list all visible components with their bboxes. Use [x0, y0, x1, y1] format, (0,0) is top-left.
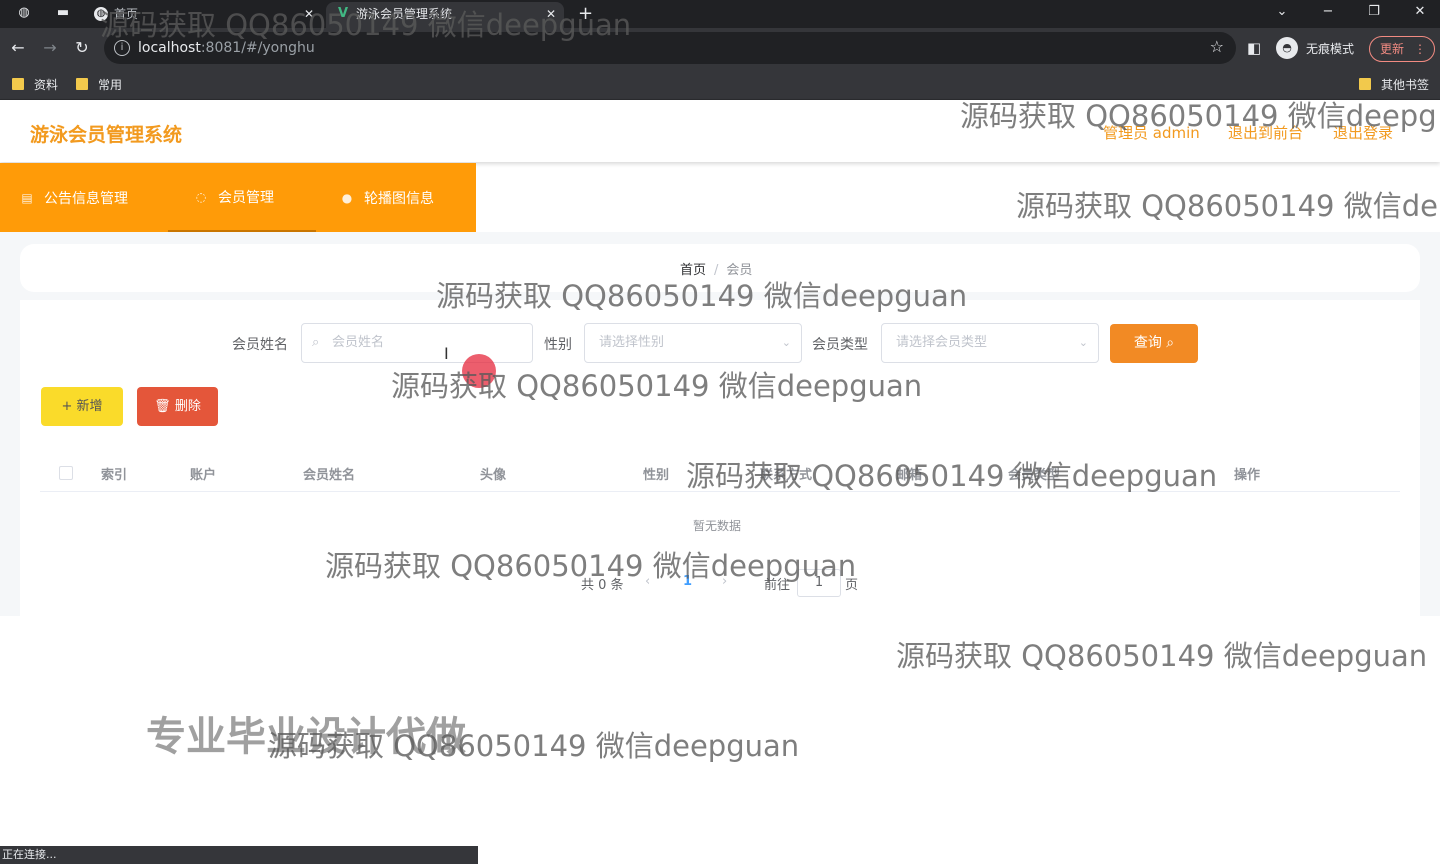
tab-search-icon[interactable]: ⌄ [1272, 2, 1292, 22]
forward-icon[interactable]: → [40, 38, 60, 58]
add-button[interactable]: + 新增 [41, 387, 123, 426]
delete-button[interactable]: 🗑 删除 [137, 387, 218, 426]
add-label: 新增 [76, 399, 103, 414]
bookmark-star-icon[interactable]: ☆ [1210, 37, 1224, 56]
reload-icon[interactable]: ↻ [72, 38, 92, 58]
folder-icon [1359, 78, 1371, 90]
top-nav-menu: ▤ 公告信息管理 ◌ 会员管理 ● 轮播图信息 [0, 163, 476, 232]
watermark: 源码获取 QQ86050149 微信deepguan [436, 279, 968, 313]
watermark: 源码获取 QQ86050149 微信deepguan [686, 459, 1218, 493]
column-header[interactable]: 索引 [101, 464, 127, 483]
watermark: 源码获取 QQ86050149 微信deepguan [268, 729, 800, 763]
tab-list-icon[interactable]: ▬ [55, 5, 71, 21]
watermark: 源码获取 QQ86050149 微信deepg [960, 99, 1437, 133]
trash-icon: 🗑 [154, 399, 171, 414]
menu-label: 轮播图信息 [364, 190, 434, 207]
bookmark-label: 常用 [98, 77, 123, 92]
menu-item-member[interactable]: ◌ 会员管理 [168, 163, 316, 232]
bookmark-label: 其他书签 [1381, 77, 1430, 92]
column-header[interactable]: 头像 [480, 464, 506, 483]
delete-label: 删除 [174, 399, 201, 414]
app-title: 游泳会员管理系统 [30, 124, 183, 146]
window-close-icon[interactable]: ✕ [1410, 2, 1430, 22]
incognito-label: 无痕模式 [1306, 41, 1355, 56]
placeholder: 请选择性别 [599, 335, 665, 350]
placeholder: 请选择会员类型 [896, 335, 988, 350]
bookmark-label: 资料 [34, 77, 59, 92]
side-panel-icon[interactable]: ◧ [1247, 38, 1261, 58]
menu-label: 会员管理 [218, 189, 274, 206]
user-icon: ● [341, 190, 353, 205]
browser-status-bar: 正在连接... [0, 846, 478, 864]
gender-label: 性别 [544, 337, 572, 353]
text-cursor-icon: I [444, 344, 449, 363]
column-header[interactable]: 账户 [190, 464, 216, 483]
chevron-down-icon: ⌄ [781, 336, 791, 349]
column-header[interactable]: 性别 [643, 464, 669, 483]
column-header[interactable]: 会员姓名 [303, 464, 355, 483]
watermark: 源码获取 QQ86050149 微信deepguan [896, 639, 1428, 673]
bookmark-folder[interactable]: 资料 [12, 74, 58, 94]
watermark: 源码获取 QQ86050149 微信deepguan [325, 549, 857, 583]
minimize-icon[interactable]: − [1318, 2, 1338, 22]
search-icon: ⌕ [312, 335, 320, 350]
gender-select[interactable]: 请选择性别 ⌄ [584, 323, 802, 363]
more-menu-icon[interactable]: ⋮ [1414, 37, 1426, 61]
menu-label: 公告信息管理 [44, 190, 128, 207]
watermark: 源码获取 QQ86050149 微信de [1016, 189, 1438, 223]
member-icon: ◌ [195, 189, 207, 204]
select-all-checkbox[interactable] [59, 466, 73, 480]
browser-globe-icon[interactable]: ◍ [16, 5, 32, 21]
placeholder: 会员姓名 [332, 335, 385, 350]
search-icon: ⌕ [1166, 335, 1175, 351]
chevron-down-icon: ⌄ [1078, 336, 1088, 349]
query-button[interactable]: 查询 ⌕ [1110, 324, 1198, 363]
plus-icon: + [61, 399, 73, 414]
watermark: 源码获取 QQ86050149 微信deepguan [100, 8, 632, 42]
menu-item-notice[interactable]: ▤ 公告信息管理 [20, 163, 168, 232]
incognito-icon: ◓ [1276, 37, 1298, 59]
folder-icon [12, 78, 24, 90]
column-header[interactable]: 操作 [1234, 464, 1260, 483]
incognito-indicator[interactable]: ◓ 无痕模式 [1276, 36, 1354, 60]
update-button[interactable]: 更新 ⋮ [1369, 36, 1435, 62]
notice-icon: ▤ [21, 190, 33, 205]
folder-icon [76, 78, 88, 90]
member-type-select[interactable]: 请选择会员类型 ⌄ [881, 323, 1099, 363]
menu-item-carousel[interactable]: ● 轮播图信息 [340, 163, 476, 232]
other-bookmarks[interactable]: 其他书签 [1359, 74, 1429, 94]
back-icon[interactable]: ← [8, 38, 28, 58]
member-name-input[interactable]: ⌕ 会员姓名 [301, 323, 533, 363]
member-type-label: 会员类型 [812, 337, 868, 353]
restore-icon[interactable]: ❐ [1364, 2, 1384, 22]
member-name-label: 会员姓名 [232, 337, 288, 353]
bookmark-folder[interactable]: 常用 [76, 74, 122, 94]
query-label: 查询 [1133, 335, 1162, 351]
watermark: 源码获取 QQ86050149 微信deepguan [391, 369, 923, 403]
update-label: 更新 [1380, 42, 1405, 56]
empty-text: 暂无数据 [693, 519, 742, 533]
